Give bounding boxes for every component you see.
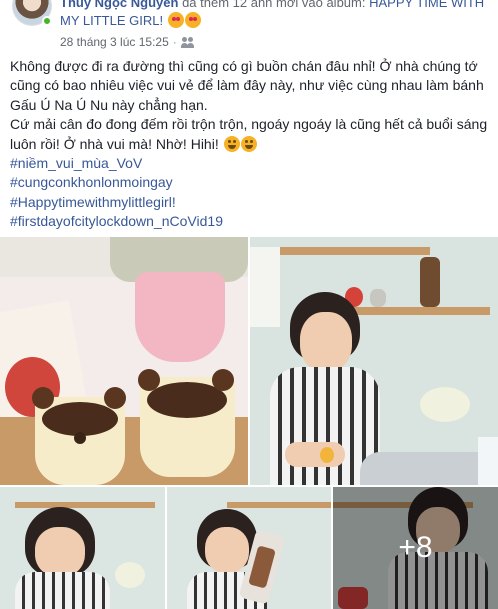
header-action-text: đã thêm 12 ảnh mới vào album:	[178, 0, 370, 10]
online-status-dot	[42, 16, 52, 26]
author-name-link[interactable]: Thủy Ngọc Nguyễn	[60, 0, 178, 10]
smiling-face-with-hearts-icon	[167, 12, 184, 28]
hashtag-link-1[interactable]: #niềm_vui_mùa_VoV	[10, 154, 488, 173]
post-paragraph-1: Không được đi ra đường thì cũng có gì bu…	[10, 58, 484, 113]
hashtag-link-3[interactable]: #Happytimewithmylittlegirl!	[10, 193, 488, 212]
hashtag-link-2[interactable]: #cungconkhonlonmoingay	[10, 173, 488, 192]
post-body-text: Không được đi ra đường thì cũng có gì bu…	[10, 57, 488, 232]
post-paragraph-2: Cứ mải cân đo đong đếm rồi trộn trộn, ng…	[10, 115, 488, 154]
smiling-face-with-hearts-icon	[184, 12, 201, 28]
post-meta: 28 tháng 3 lúc 15:25 ·	[60, 35, 194, 49]
more-photos-overlay[interactable]: +8	[333, 487, 498, 609]
photo-girl-cracking-egg[interactable]	[250, 237, 498, 485]
post-timestamp-link[interactable]: 28 tháng 3 lúc 15:25	[60, 35, 169, 49]
photo-bear-tiramisu-cups[interactable]	[0, 237, 248, 485]
photo-girl-at-counter[interactable]	[0, 487, 165, 609]
post-header: Thủy Ngọc Nguyễn đã thêm 12 ảnh mới vào …	[0, 0, 498, 52]
hashtag-link-4[interactable]: #firstdayofcitylockdown_nCoVid19	[10, 212, 488, 231]
photo-grid: +8	[0, 237, 498, 609]
meta-separator: ·	[172, 35, 177, 49]
friends-audience-icon[interactable]	[180, 36, 194, 48]
more-photos-count: +8	[398, 531, 433, 564]
photo-girl-holding-bag[interactable]	[167, 487, 331, 609]
post-header-line: Thủy Ngọc Nguyễn đã thêm 12 ảnh mới vào …	[60, 0, 490, 30]
grinning-face-icon	[240, 135, 257, 152]
grinning-face-icon	[223, 135, 240, 152]
photo-girl-mixing[interactable]: +8	[333, 487, 498, 609]
